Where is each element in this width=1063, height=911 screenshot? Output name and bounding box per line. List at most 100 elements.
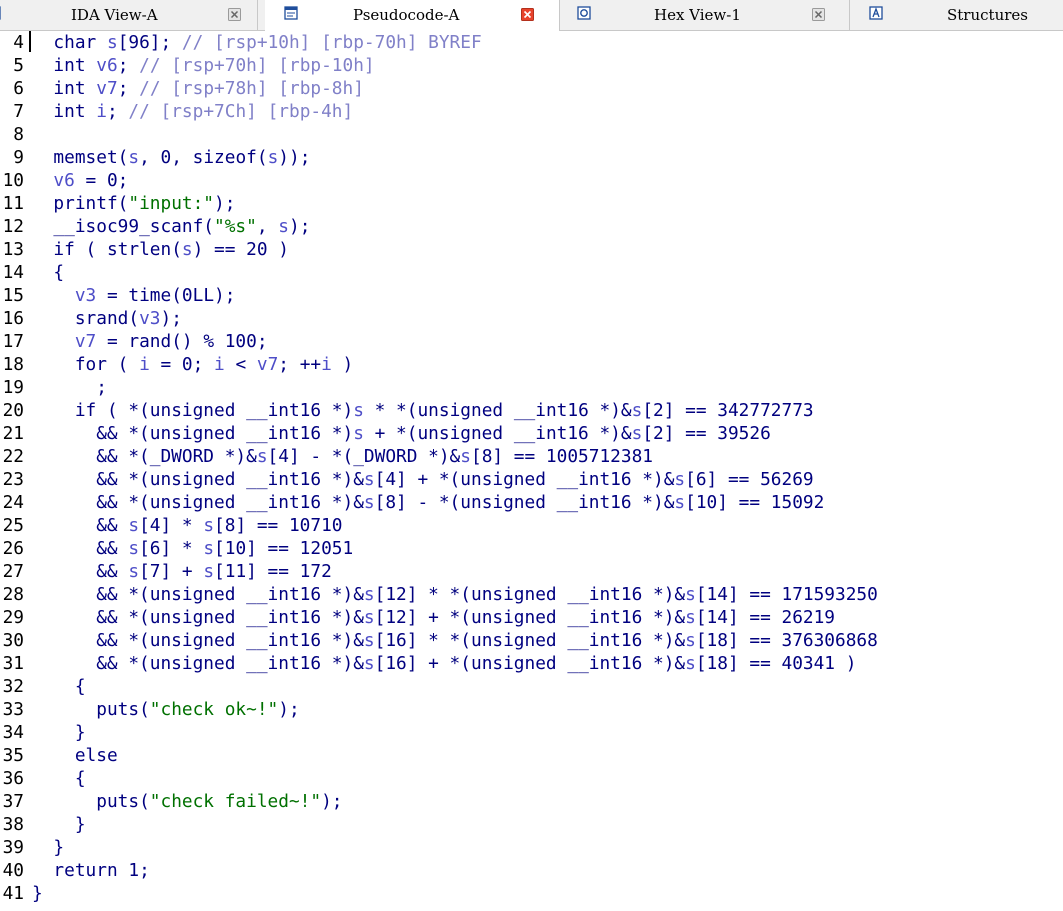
code-text[interactable]: } — [32, 721, 86, 744]
code-text[interactable]: char s[96]; // [rsp+10h] [rbp-70h] BYREF — [32, 31, 481, 54]
code-line[interactable]: 30 && *(unsigned __int16 *)&s[16] * *(un… — [0, 629, 1063, 652]
line-number: 38 — [2, 814, 24, 835]
code-line[interactable]: 10 v6 = 0; — [0, 169, 1063, 192]
code-text[interactable]: && *(unsigned __int16 *)&s[12] * *(unsig… — [32, 583, 878, 606]
code-line[interactable]: 6 int v7; // [rsp+78h] [rbp-8h] — [0, 77, 1063, 100]
code-text[interactable]: ; — [32, 376, 107, 399]
code-line[interactable]: 8 — [0, 123, 1063, 146]
code-line[interactable]: 9 memset(s, 0, sizeof(s)); — [0, 146, 1063, 169]
code-text[interactable]: { — [32, 767, 86, 790]
tab-label: IDA View-A — [71, 6, 158, 24]
code-text[interactable]: int i; // [rsp+7Ch] [rbp-4h] — [32, 100, 353, 123]
line-number: 29 — [2, 607, 24, 628]
code-line[interactable]: 41} — [0, 882, 1063, 905]
code-line[interactable]: 24 && *(unsigned __int16 *)&s[8] - *(uns… — [0, 491, 1063, 514]
tab-ida-view-a[interactable]: IDA View-A — [0, 0, 258, 30]
code-line[interactable]: 28 && *(unsigned __int16 *)&s[12] * *(un… — [0, 583, 1063, 606]
code-line[interactable]: 40 return 1; — [0, 859, 1063, 882]
line-number: 32 — [2, 676, 24, 697]
code-line[interactable]: 25 && s[4] * s[8] == 10710 — [0, 514, 1063, 537]
code-text[interactable]: && *(unsigned __int16 *)s + *(unsigned _… — [32, 422, 771, 445]
code-text[interactable]: for ( i = 0; i < v7; ++i ) — [32, 353, 353, 376]
code-line[interactable]: 16 srand(v3); — [0, 307, 1063, 330]
code-line[interactable]: 29 && *(unsigned __int16 *)&s[12] + *(un… — [0, 606, 1063, 629]
code-text[interactable]: memset(s, 0, sizeof(s)); — [32, 146, 310, 169]
code-text[interactable]: __isoc99_scanf("%s", s); — [32, 215, 310, 238]
code-line[interactable]: 5 int v6; // [rsp+70h] [rbp-10h] — [0, 54, 1063, 77]
code-text[interactable]: } — [32, 813, 86, 836]
code-text[interactable]: if ( strlen(s) == 20 ) — [32, 238, 289, 261]
code-text[interactable]: && s[6] * s[10] == 12051 — [32, 537, 353, 560]
code-line[interactable]: 18 for ( i = 0; i < v7; ++i ) — [0, 353, 1063, 376]
line-number: 15 — [2, 285, 24, 306]
code-line[interactable]: 26 && s[6] * s[10] == 12051 — [0, 537, 1063, 560]
code-text[interactable]: { — [32, 675, 86, 698]
code-text[interactable]: && s[4] * s[8] == 10710 — [32, 514, 342, 537]
code-text[interactable]: { — [32, 261, 64, 284]
code-line[interactable]: 12 __isoc99_scanf("%s", s); — [0, 215, 1063, 238]
code-text[interactable]: puts("check ok~!"); — [32, 698, 299, 721]
close-icon[interactable] — [812, 7, 825, 21]
pseudocode-icon — [284, 6, 298, 20]
code-line[interactable]: 17 v7 = rand() % 100; — [0, 330, 1063, 353]
code-line[interactable]: 36 { — [0, 767, 1063, 790]
code-line[interactable]: 20 if ( *(unsigned __int16 *)s * *(unsig… — [0, 399, 1063, 422]
tab-hex-view-1[interactable]: Hex View-1 — [560, 0, 850, 30]
code-text[interactable]: puts("check failed~!"); — [32, 790, 342, 813]
line-number: 21 — [2, 423, 24, 444]
close-icon[interactable] — [521, 7, 534, 21]
code-line[interactable]: 13 if ( strlen(s) == 20 ) — [0, 238, 1063, 261]
code-text[interactable]: v7 = rand() % 100; — [32, 330, 268, 353]
code-text[interactable]: printf("input:"); — [32, 192, 235, 215]
code-text[interactable]: else — [32, 744, 118, 767]
code-line[interactable]: 4 char s[96]; // [rsp+10h] [rbp-70h] BYR… — [0, 31, 1063, 54]
code-line[interactable]: 11 printf("input:"); — [0, 192, 1063, 215]
tab-label: Structures — [947, 6, 1028, 24]
code-line[interactable]: 32 { — [0, 675, 1063, 698]
code-text[interactable]: && *(unsigned __int16 *)&s[16] * *(unsig… — [32, 629, 878, 652]
tab-label: Hex View-1 — [654, 6, 741, 24]
code-line[interactable]: 35 else — [0, 744, 1063, 767]
code-text[interactable]: && *(unsigned __int16 *)&s[12] + *(unsig… — [32, 606, 835, 629]
code-text[interactable]: if ( *(unsigned __int16 *)s * *(unsigned… — [32, 399, 814, 422]
code-text[interactable]: && *(unsigned __int16 *)&s[8] - *(unsign… — [32, 491, 824, 514]
close-icon[interactable] — [228, 7, 241, 21]
structures-icon — [869, 6, 883, 20]
code-text[interactable]: int v6; // [rsp+70h] [rbp-10h] — [32, 54, 374, 77]
line-number: 16 — [2, 308, 24, 329]
line-number: 6 — [13, 78, 24, 99]
ida-view-icon — [0, 6, 1, 20]
code-line[interactable]: 27 && s[7] + s[11] == 172 — [0, 560, 1063, 583]
code-text[interactable]: v3 = time(0LL); — [32, 284, 236, 307]
code-text[interactable]: && *(unsigned __int16 *)&s[4] + *(unsign… — [32, 468, 813, 491]
code-text[interactable]: return 1; — [32, 859, 149, 882]
code-line[interactable]: 33 puts("check ok~!"); — [0, 698, 1063, 721]
code-line[interactable]: 7 int i; // [rsp+7Ch] [rbp-4h] — [0, 100, 1063, 123]
code-line[interactable]: 31 && *(unsigned __int16 *)&s[16] + *(un… — [0, 652, 1063, 675]
code-text[interactable]: && s[7] + s[11] == 172 — [32, 560, 332, 583]
code-line[interactable]: 38 } — [0, 813, 1063, 836]
code-line[interactable]: 21 && *(unsigned __int16 *)s + *(unsigne… — [0, 422, 1063, 445]
line-number: 26 — [2, 538, 24, 559]
pseudocode-editor[interactable]: 4 char s[96]; // [rsp+10h] [rbp-70h] BYR… — [0, 31, 1063, 911]
code-text[interactable]: srand(v3); — [32, 307, 182, 330]
tab-pseudocode-a[interactable]: Pseudocode-A — [265, 0, 560, 31]
code-line[interactable]: 15 v3 = time(0LL); — [0, 284, 1063, 307]
tab-structures[interactable]: Structures — [850, 0, 1063, 30]
code-text[interactable]: && *(unsigned __int16 *)&s[16] + *(unsig… — [32, 652, 856, 675]
line-number: 13 — [2, 239, 24, 260]
code-text[interactable]: v6 = 0; — [32, 169, 128, 192]
code-text[interactable]: } — [32, 882, 43, 905]
code-text[interactable]: } — [32, 836, 64, 859]
code-line[interactable]: 37 puts("check failed~!"); — [0, 790, 1063, 813]
code-line[interactable]: 19 ; — [0, 376, 1063, 399]
line-number: 37 — [2, 791, 24, 812]
code-line[interactable]: 22 && *(_DWORD *)&s[4] - *(_DWORD *)&s[8… — [0, 445, 1063, 468]
code-text[interactable]: int v7; // [rsp+78h] [rbp-8h] — [32, 77, 364, 100]
code-line[interactable]: 34 } — [0, 721, 1063, 744]
line-number: 30 — [2, 630, 24, 651]
code-line[interactable]: 39 } — [0, 836, 1063, 859]
code-line[interactable]: 14 { — [0, 261, 1063, 284]
code-text[interactable]: && *(_DWORD *)&s[4] - *(_DWORD *)&s[8] =… — [32, 445, 653, 468]
code-line[interactable]: 23 && *(unsigned __int16 *)&s[4] + *(uns… — [0, 468, 1063, 491]
